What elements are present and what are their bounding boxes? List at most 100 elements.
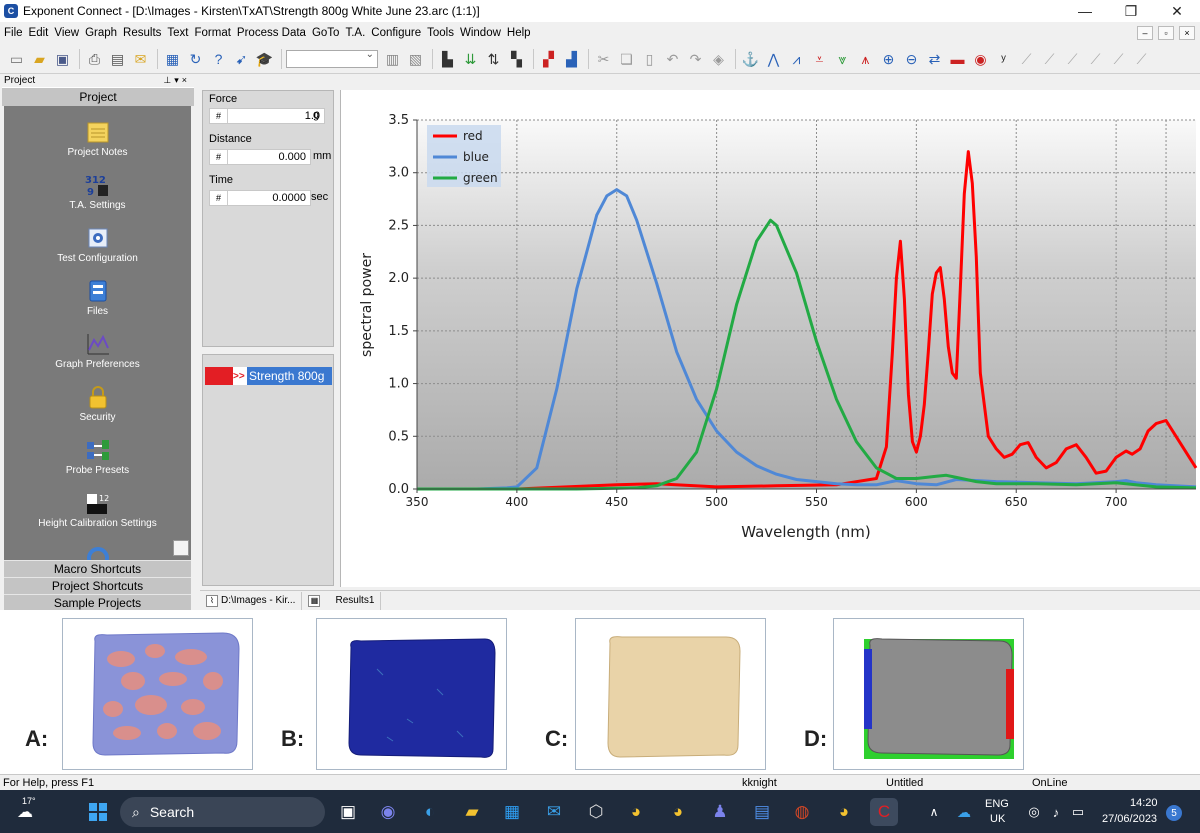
ta-stop-icon[interactable]: ▚	[506, 48, 527, 69]
doc-export-icon[interactable]: ▧	[405, 48, 426, 69]
menu-configure[interactable]: Configure	[371, 27, 421, 39]
menu-results[interactable]: Results	[123, 27, 161, 39]
help-icon[interactable]: ?	[208, 48, 229, 69]
menu-text[interactable]: Text	[167, 27, 188, 39]
mail-icon[interactable]: ✉	[540, 798, 568, 826]
cube-app-icon[interactable]: ⬡	[582, 798, 610, 826]
window-layout-icon[interactable]: ▦	[162, 48, 183, 69]
y-cursor-icon[interactable]: ʸ	[993, 48, 1014, 69]
cut-icon[interactable]: ✂	[593, 48, 614, 69]
copy-icon[interactable]: ❏	[616, 48, 637, 69]
print-icon[interactable]: ⎙	[84, 48, 105, 69]
project-item-height-calibration[interactable]: 12 Height Calibration Settings	[4, 491, 191, 529]
menu-view[interactable]: View	[54, 27, 79, 39]
redo-icon[interactable]: ↷	[685, 48, 706, 69]
ta-probe-icon[interactable]: ▟	[561, 48, 582, 69]
pane-pin-icon[interactable]: ⊥▾×	[163, 75, 190, 86]
line-tool-5-icon[interactable]: ⟋	[1108, 48, 1129, 69]
save-icon[interactable]: ▣	[52, 48, 73, 69]
peak-marker-icon[interactable]: ⩚	[855, 48, 876, 69]
clock-date[interactable]: 27/06/2023	[1102, 813, 1157, 825]
distance-hash-button[interactable]: #	[210, 150, 228, 164]
mdi-restore-icon[interactable]: ▫	[1158, 26, 1174, 40]
print-preview-icon[interactable]: ▤	[107, 48, 128, 69]
text-tool-icon[interactable]: ▬	[947, 48, 968, 69]
clock-time[interactable]: 14:20	[1130, 797, 1158, 809]
menu-edit[interactable]: Edit	[29, 27, 49, 39]
scroll-corner[interactable]	[173, 540, 189, 556]
battery-icon[interactable]: ▭	[1064, 798, 1092, 826]
ta-start-icon[interactable]: ▙	[437, 48, 458, 69]
email-icon[interactable]: ✉	[130, 48, 151, 69]
project-item-notes[interactable]: Project Notes	[4, 120, 191, 158]
tab-graph[interactable]: ⌇ D:\Images - Kir...	[200, 591, 303, 610]
ta-run-icon[interactable]: ⇊	[460, 48, 481, 69]
tray-expand-icon[interactable]: ∧	[920, 798, 948, 826]
menu-window[interactable]: Window	[460, 27, 501, 39]
line-tool-3-icon[interactable]: ⟋	[1062, 48, 1083, 69]
sample-projects-button[interactable]: Sample Projects	[4, 594, 191, 611]
zoom-out-icon[interactable]: ⊖	[901, 48, 922, 69]
filter-icon[interactable]: ⩔	[832, 48, 853, 69]
tutorial-hat-icon[interactable]: 🎓	[254, 48, 275, 69]
swap-icon[interactable]: ⇄	[924, 48, 945, 69]
file-explorer-icon[interactable]: ▰	[458, 798, 486, 826]
marker-down-icon[interactable]: ⩡	[809, 48, 830, 69]
menu-format[interactable]: Format	[195, 27, 231, 39]
paste-icon[interactable]: ▯	[639, 48, 660, 69]
anchor-icon[interactable]: ⚓	[740, 48, 761, 69]
menu-goto[interactable]: GoTo	[312, 27, 340, 39]
line-tool-4-icon[interactable]: ⟋	[1085, 48, 1106, 69]
project-item-test-config[interactable]: Test Configuration	[4, 226, 191, 264]
notification-badge[interactable]: 5	[1166, 805, 1182, 821]
doc-icon[interactable]: ▥	[382, 48, 403, 69]
onedrive-icon[interactable]: ☁	[950, 798, 978, 826]
project-item-next[interactable]	[4, 544, 191, 560]
close-button[interactable]: ✕	[1154, 0, 1200, 22]
mdi-minimize-icon[interactable]: –	[1137, 26, 1153, 40]
find-icon[interactable]: ◈	[708, 48, 729, 69]
calendar-icon[interactable]: ▤	[748, 798, 776, 826]
ta-return-icon[interactable]: ⇅	[483, 48, 504, 69]
menu-help[interactable]: Help	[507, 27, 531, 39]
line-tool-2-icon[interactable]: ⟋	[1039, 48, 1060, 69]
wave-icon[interactable]: ⩘	[786, 48, 807, 69]
refresh-icon[interactable]: ↻	[185, 48, 206, 69]
zoom-in-icon[interactable]: ⊕	[878, 48, 899, 69]
project-item-ta-settings[interactable]: 312 9 T.A. Settings	[4, 173, 191, 211]
minimize-button[interactable]: —	[1062, 0, 1108, 22]
time-hash-button[interactable]: #	[210, 191, 228, 205]
menu-tools[interactable]: Tools	[427, 27, 454, 39]
exponent-taskbar-icon[interactable]: C	[870, 798, 898, 826]
menu-graph[interactable]: Graph	[85, 27, 117, 39]
toolbar-dropdown[interactable]	[286, 49, 378, 68]
chrome-2-icon[interactable]: ◕	[830, 798, 858, 826]
project-item-probe-presets[interactable]: Probe Presets	[4, 438, 191, 476]
windows-start-icon[interactable]	[84, 798, 112, 826]
project-tab[interactable]: Project	[2, 87, 194, 106]
spectrum-chart[interactable]: 350 400 450 500 550 600 650 700 0.0 0.5 1.0 1.5 2.0…	[341, 90, 1199, 587]
force-hash-button[interactable]: #	[210, 109, 228, 123]
project-item-security[interactable]: Security	[4, 385, 191, 423]
file-list-item[interactable]: >> Strength 800g	[205, 367, 332, 385]
mdi-close-icon[interactable]: ×	[1179, 26, 1195, 40]
chrome-icon[interactable]: ◕	[622, 798, 650, 826]
record-icon[interactable]: ◉	[970, 48, 991, 69]
macro-shortcuts-button[interactable]: Macro Shortcuts	[4, 560, 191, 577]
project-item-files[interactable]: Files	[4, 279, 191, 317]
powerpoint-icon[interactable]: ◍	[788, 798, 816, 826]
menu-ta[interactable]: T.A.	[345, 27, 365, 39]
open-folder-icon[interactable]: ▰	[29, 48, 50, 69]
project-shortcuts-button[interactable]: Project Shortcuts	[4, 577, 191, 594]
language-region[interactable]: UK	[990, 813, 1005, 825]
new-file-icon[interactable]: ▭	[6, 48, 27, 69]
teams-icon[interactable]: ♟	[706, 798, 734, 826]
menu-process-data[interactable]: Process Data	[237, 27, 306, 39]
tab-results[interactable]: ▦ Results1	[302, 591, 382, 610]
context-help-icon[interactable]: ➹	[231, 48, 252, 69]
line-tool-6-icon[interactable]: ⟋	[1131, 48, 1152, 69]
edge-icon[interactable]: ◐	[416, 798, 444, 826]
menu-file[interactable]: File	[4, 27, 23, 39]
language-code[interactable]: ENG	[985, 798, 1009, 810]
peak-icon[interactable]: ⋀	[763, 48, 784, 69]
